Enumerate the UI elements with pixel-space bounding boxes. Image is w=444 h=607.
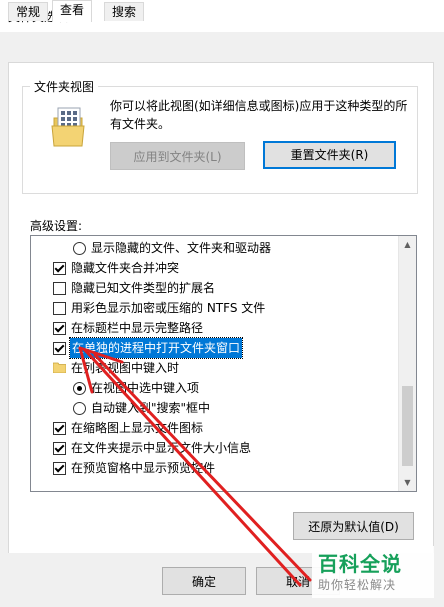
list-item[interactable]: 在视图中选中键入项 (31, 378, 397, 398)
checkbox[interactable] (53, 322, 66, 335)
item-label: 在文件夹提示中显示文件大小信息 (71, 441, 252, 455)
checkbox[interactable] (53, 342, 66, 355)
tab-search[interactable]: 搜索 (104, 2, 145, 21)
item-label: 隐藏文件夹合并冲突 (71, 261, 180, 275)
item-label: 在标题栏中显示完整路径 (71, 321, 204, 335)
item-label: 在视图中选中键入项 (91, 381, 200, 395)
list-item[interactable]: 在标题栏中显示完整路径 (31, 318, 397, 338)
watermark: 百科全说 助你轻松解决 (312, 546, 434, 598)
radio-button[interactable] (73, 382, 86, 395)
reset-folders-button[interactable]: 重置文件夹(R) (263, 141, 396, 169)
item-label: 自动键入到"搜索"框中 (91, 401, 211, 415)
list-item[interactable]: 隐藏文件夹合并冲突 (31, 258, 397, 278)
tab-label: 查看 (60, 3, 85, 17)
item-label: 用彩色显示加密或压缩的 NTFS 文件 (71, 301, 266, 315)
checkbox[interactable] (53, 262, 66, 275)
folder-views-legend: 文件夹视图 (30, 78, 99, 95)
list-item[interactable]: 显示隐藏的文件、文件夹和驱动器 (31, 238, 397, 258)
folder-views-description: 你可以将此视图(如详细信息或图标)应用于这种类型的所有文件夹。 (110, 99, 408, 131)
folder-views-icon (51, 107, 85, 147)
item-label: 显示隐藏的文件、文件夹和驱动器 (91, 241, 272, 255)
checkbox[interactable] (53, 442, 66, 455)
list-item: 在列表视图中键入时 (31, 358, 397, 378)
folder-icon (53, 362, 66, 373)
vertical-scrollbar[interactable]: ▲ ▼ (398, 236, 416, 491)
checkbox[interactable] (53, 302, 66, 315)
ok-button[interactable]: 确定 (162, 567, 246, 595)
watermark-subtitle: 助你轻松解决 (318, 578, 397, 592)
tab-general[interactable]: 常规 (8, 2, 49, 21)
item-label: 隐藏已知文件类型的扩展名 (71, 281, 216, 295)
list-item[interactable]: 用彩色显示加密或压缩的 NTFS 文件 (31, 298, 397, 318)
item-label: 在单独的进程中打开文件夹窗口 (68, 337, 244, 359)
list-item[interactable]: 在缩略图上显示文件图标 (31, 418, 397, 438)
tab-label: 常规 (16, 5, 41, 19)
tab-view[interactable]: 查看 (52, 0, 93, 22)
list-item[interactable]: 在预览窗格中显示预览控件 (31, 458, 397, 478)
checkbox[interactable] (53, 462, 66, 475)
radio-button[interactable] (73, 242, 86, 255)
item-label: 在预览窗格中显示预览控件 (71, 461, 216, 475)
apply-to-folders-button[interactable]: 应用到文件夹(L) (110, 142, 245, 170)
list-item[interactable]: 在文件夹提示中显示文件大小信息 (31, 438, 397, 458)
radio-button[interactable] (73, 402, 86, 415)
scroll-up-icon[interactable]: ▲ (399, 236, 416, 253)
tab-label: 搜索 (112, 5, 137, 19)
scroll-down-icon[interactable]: ▼ (399, 474, 416, 491)
advanced-settings-list[interactable]: 显示隐藏的文件、文件夹和驱动器 隐藏文件夹合并冲突 隐藏已知文件类型的扩展名 用… (30, 235, 417, 492)
checkbox[interactable] (53, 422, 66, 435)
item-label: 在缩略图上显示文件图标 (71, 421, 204, 435)
checkbox[interactable] (53, 282, 66, 295)
scroll-thumb[interactable] (402, 386, 413, 466)
list-item-selected[interactable]: 在单独的进程中打开文件夹窗口 (31, 337, 397, 359)
restore-defaults-button[interactable]: 还原为默认值(D) (293, 512, 414, 540)
watermark-title: 百科全说 (318, 552, 402, 576)
item-label: 在列表视图中键入时 (71, 361, 180, 375)
advanced-settings-label: 高级设置: (30, 219, 83, 233)
list-item[interactable]: 自动键入到"搜索"框中 (31, 398, 397, 418)
list-item[interactable]: 隐藏已知文件类型的扩展名 (31, 278, 397, 298)
